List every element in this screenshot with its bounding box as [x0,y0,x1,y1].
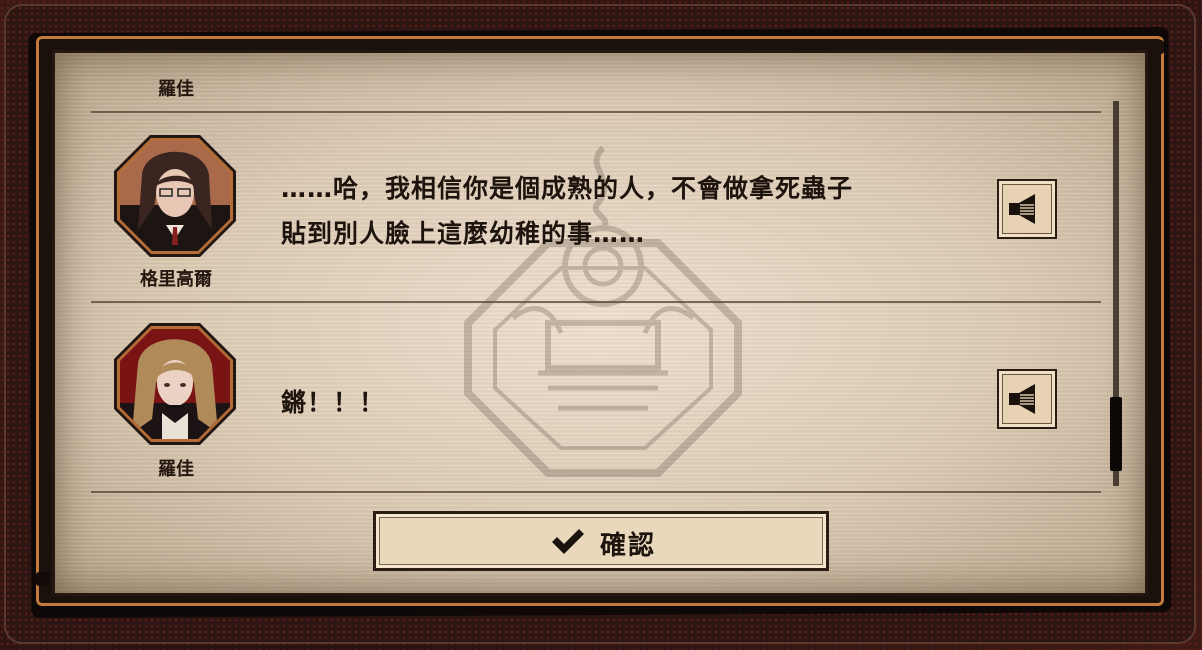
frame-rivet [1150,40,1164,54]
speaker-name: 羅佳 [158,459,194,480]
scrollbar-thumb[interactable] [1110,397,1122,471]
voice-replay-button[interactable] [997,179,1057,239]
dialog-message-line: 貼到別人臉上這麼幼稚的事…… [281,219,646,248]
speaker-name: 羅佳 [158,79,194,100]
speaker-name: 格里高爾 [140,269,212,290]
voice-replay-button[interactable] [997,369,1057,429]
dialog-log-panel: 羅佳 格里高爾 ……哈，我相信你是個成熟的人，不會做拿死蟲子 貼到別人臉上這麼幼… [52,50,1148,596]
confirm-label: 確認 [600,531,657,561]
divider [91,491,1101,493]
checkmark-icon [552,529,584,554]
divider [91,301,1101,303]
dialog-message-line: ……哈，我相信你是個成熟的人，不會做拿死蟲子 [281,174,854,203]
frame-rivet [36,572,50,586]
dialog-message-line: 鏘！！！ [281,388,386,417]
dialog-log-scroll[interactable]: 羅佳 格里高爾 ……哈，我相信你是個成熟的人，不會做拿死蟲子 貼到別人臉上這麼幼… [55,53,1145,501]
portrait-gregor [114,135,236,257]
portrait-roja [114,323,236,445]
speaker-icon [1009,384,1035,414]
speaker-icon [1009,194,1035,224]
divider [91,111,1101,113]
confirm-button[interactable]: 確認 [373,511,829,571]
